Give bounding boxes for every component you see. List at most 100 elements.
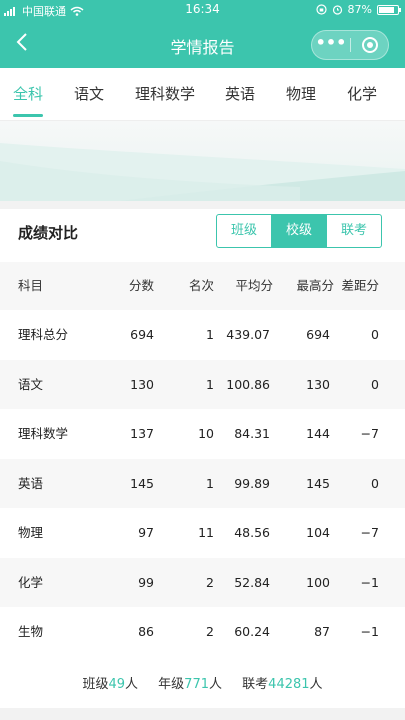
tab-science-math[interactable]: 理科数学 (135, 68, 195, 120)
more-button[interactable]: ••• (312, 31, 350, 59)
grade-count-label: 年级 (158, 677, 185, 692)
cell-highest: 130 (306, 376, 330, 392)
table-row: 语文 130 1 100.86 130 0 (0, 359, 405, 409)
app-header: 中国联通 16:34 87% 学情报告 ••• (0, 0, 405, 68)
tab-all[interactable]: 全科 (13, 68, 43, 120)
header-banner (0, 121, 405, 201)
cell-rank: 2 (206, 624, 214, 639)
class-count-label: 班级 (82, 677, 109, 692)
cell-highest: 100 (306, 574, 330, 590)
nav-bar: 学情报告 ••• (0, 22, 405, 68)
grade-count-group: 年级771人 (158, 677, 222, 692)
cell-subject: 物理 (18, 525, 44, 540)
cell-score: 86 (138, 624, 154, 639)
close-target-icon[interactable] (362, 37, 378, 53)
battery-icon (377, 4, 401, 15)
cell-highest: 144 (306, 426, 330, 441)
cell-subject: 英语 (18, 475, 44, 491)
scope-segmented-control: 班级 校级 联考 (216, 214, 382, 248)
header-subject: 科目 (18, 278, 44, 293)
mini-program-capsule: ••• (311, 30, 389, 60)
bottom-spacer (0, 708, 405, 720)
cell-average: 84.31 (234, 426, 270, 441)
comparison-title: 成绩对比 (18, 224, 79, 242)
status-bar: 中国联通 16:34 87% (0, 0, 405, 20)
cell-subject: 化学 (18, 574, 44, 590)
cell-highest: 145 (306, 475, 330, 491)
cell-gap: −1 (360, 574, 379, 590)
cell-rank: 2 (206, 574, 214, 590)
joint-count-group: 联考44281人 (242, 677, 322, 692)
cell-highest: 104 (306, 525, 330, 540)
capsule-divider (350, 38, 351, 52)
alarm-icon (332, 5, 342, 15)
subject-tabs: 全科 语文 理科数学 英语 物理 化学 (0, 68, 405, 121)
segment-school[interactable]: 校级 (272, 215, 327, 247)
tab-physics[interactable]: 物理 (286, 68, 316, 120)
segment-joint-exam[interactable]: 联考 (327, 215, 381, 247)
cell-gap: 0 (371, 376, 379, 392)
tab-english[interactable]: 英语 (225, 68, 255, 120)
score-table: 科目 分数 名次 平均分 最高分 差距分 理科总分 694 1 439.07 6… (0, 262, 405, 657)
grade-count-value: 771 (184, 677, 209, 692)
cell-highest: 694 (306, 327, 330, 342)
segment-class[interactable]: 班级 (217, 215, 272, 247)
cell-score: 99 (138, 574, 154, 590)
table-row: 英语 145 1 99.89 145 0 (0, 458, 405, 508)
cell-score: 145 (130, 475, 154, 491)
joint-count-unit: 人 (309, 677, 323, 692)
battery-percent: 87% (347, 3, 372, 16)
wave-decoration (0, 143, 405, 201)
cell-average: 60.24 (234, 624, 270, 639)
cell-gap: −1 (360, 624, 379, 639)
cell-average: 439.07 (226, 327, 270, 342)
table-row: 理科数学 137 10 84.31 144 −7 (0, 409, 405, 459)
cell-gap: 0 (371, 475, 379, 491)
battery-level (379, 6, 395, 13)
cell-average: 52.84 (234, 574, 270, 590)
header-highest: 最高分 (296, 278, 334, 293)
class-count-group: 班级49人 (82, 677, 138, 692)
cell-rank: 10 (198, 426, 214, 441)
header-average: 平均分 (235, 278, 273, 293)
cell-average: 100.86 (226, 376, 270, 392)
tab-chinese[interactable]: 语文 (74, 68, 104, 120)
table-row: 物理 97 11 48.56 104 −7 (0, 508, 405, 558)
cell-score: 130 (130, 376, 154, 392)
cell-rank: 1 (206, 327, 214, 342)
cell-average: 99.89 (234, 475, 270, 491)
section-divider (0, 201, 405, 209)
joint-count-label: 联考 (242, 677, 269, 692)
lock-rotation-icon (315, 4, 327, 15)
table-row: 生物 86 2 60.24 87 −1 (0, 607, 405, 657)
status-right: 87% (315, 3, 401, 16)
cell-rank: 1 (206, 475, 214, 491)
cell-rank: 1 (206, 376, 214, 392)
table-row: 化学 99 2 52.84 100 −1 (0, 557, 405, 607)
active-tab-indicator (13, 114, 43, 117)
cell-subject: 理科总分 (18, 327, 69, 342)
grade-count-unit: 人 (209, 677, 223, 692)
joint-count-value: 44281 (268, 677, 310, 692)
cell-subject: 语文 (18, 376, 44, 392)
tab-chemistry[interactable]: 化学 (347, 68, 377, 120)
header-rank: 名次 (188, 278, 214, 293)
cell-score: 137 (130, 426, 154, 441)
table-row: 理科总分 694 1 439.07 694 0 (0, 310, 405, 360)
class-count-unit: 人 (125, 677, 139, 692)
cell-gap: −7 (360, 525, 379, 540)
cell-highest: 87 (314, 624, 330, 639)
header-score: 分数 (128, 278, 154, 293)
cell-subject: 理科数学 (18, 426, 69, 441)
cell-rank: 11 (198, 525, 214, 540)
cell-average: 48.56 (234, 525, 270, 540)
class-count-value: 49 (108, 677, 125, 692)
cell-subject: 生物 (18, 624, 44, 639)
cell-gap: 0 (371, 327, 379, 342)
cell-score: 694 (130, 327, 154, 342)
participant-counts: 班级49人 年级771人 联考44281人 (0, 665, 405, 705)
header-gap: 差距分 (341, 278, 379, 293)
cell-score: 97 (138, 525, 154, 540)
table-header: 科目 分数 名次 平均分 最高分 差距分 (0, 262, 405, 310)
cell-gap: −7 (360, 426, 379, 441)
